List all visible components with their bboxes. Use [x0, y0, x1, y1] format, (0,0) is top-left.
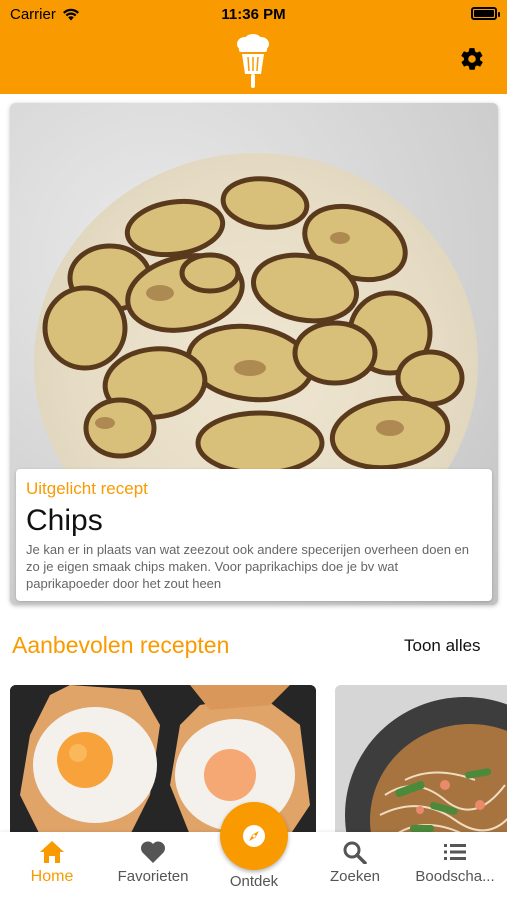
status-bar: Carrier 11:36 PM: [0, 0, 507, 28]
featured-info-panel: Uitgelicht recept Chips Je kan er in pla…: [16, 469, 492, 601]
tab-discover-label: Ontdek: [229, 873, 279, 890]
featured-recipe-card[interactable]: Uitgelicht recept Chips Je kan er in pla…: [10, 103, 498, 605]
chips-photo: [42, 176, 465, 473]
discover-button[interactable]: [220, 802, 288, 870]
tab-shopping-list-label: Boodscha...: [415, 868, 495, 885]
home-icon: [40, 841, 64, 863]
top-bar: Carrier 11:36 PM: [0, 0, 507, 94]
show-all-link[interactable]: Toon alles: [404, 636, 481, 656]
noodle-soup-photo: [335, 685, 507, 845]
tab-search-label: Zoeken: [329, 868, 381, 885]
recipe-card[interactable]: [335, 685, 507, 845]
tab-favorites[interactable]: Favorieten: [108, 840, 198, 885]
chef-hat-whisk-icon: [237, 34, 269, 88]
gear-icon[interactable]: [459, 46, 485, 72]
status-time: 11:36 PM: [221, 6, 286, 23]
tab-favorites-label: Favorieten: [117, 868, 189, 885]
compass-icon: [243, 825, 265, 847]
tab-shopping-list[interactable]: Boodscha...: [410, 840, 500, 885]
tab-search[interactable]: Zoeken: [310, 840, 400, 885]
featured-label: Uitgelicht recept: [26, 479, 148, 498]
recommended-title: Aanbevolen recepten: [12, 632, 230, 658]
featured-title: Chips: [26, 504, 103, 537]
search-icon: [343, 841, 367, 864]
featured-description: Je kan er in plaats van wat zeezout ook …: [26, 542, 470, 591]
battery-icon: [471, 7, 500, 20]
tab-home[interactable]: Home: [7, 840, 97, 886]
heart-icon: [140, 841, 166, 863]
list-icon: [444, 844, 466, 860]
tab-home-label: Home: [30, 868, 74, 885]
